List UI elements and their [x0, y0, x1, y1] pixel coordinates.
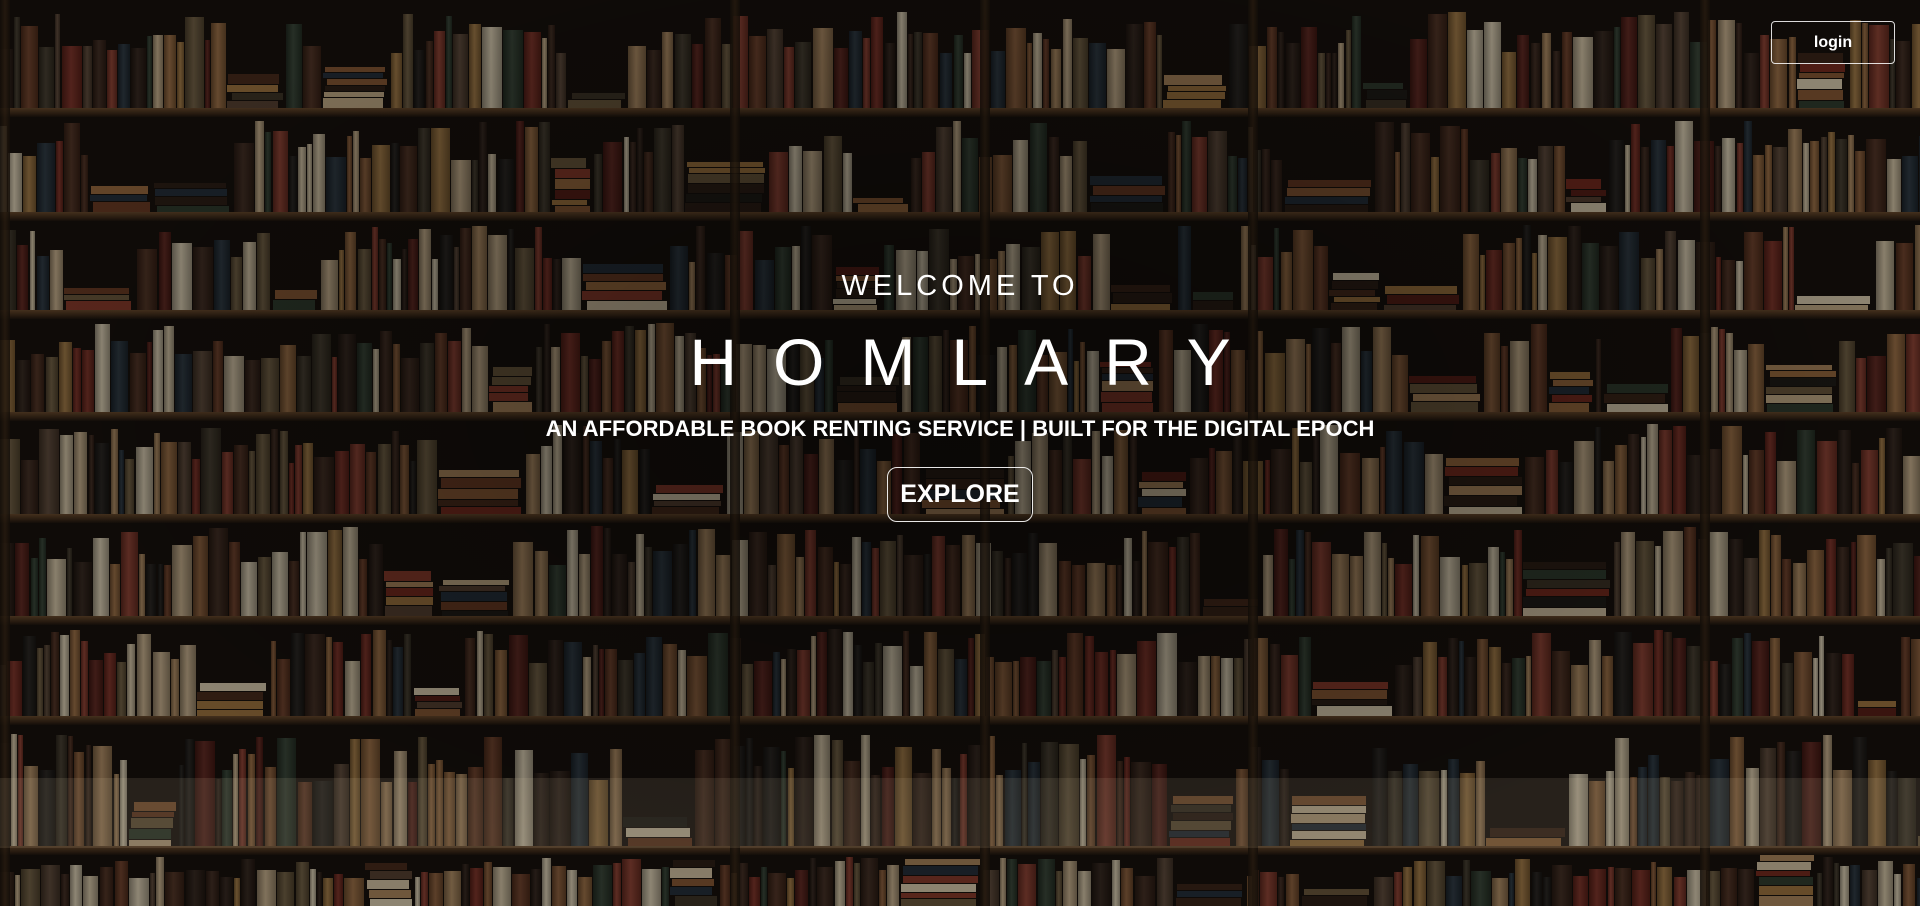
tagline: AN AFFORDABLE BOOK RENTING SERVICE | BUI…: [545, 416, 1375, 441]
explore-button[interactable]: EXPLORE: [887, 467, 1033, 522]
brand-title: HOMLARY: [689, 325, 1267, 399]
login-button[interactable]: login: [1771, 21, 1895, 64]
hero-section: login WELCOME TO HOMLARY AN AFFORDABLE B…: [0, 0, 1920, 906]
welcome-heading: WELCOME TO: [841, 270, 1079, 302]
vignette-overlay: [0, 0, 1920, 906]
